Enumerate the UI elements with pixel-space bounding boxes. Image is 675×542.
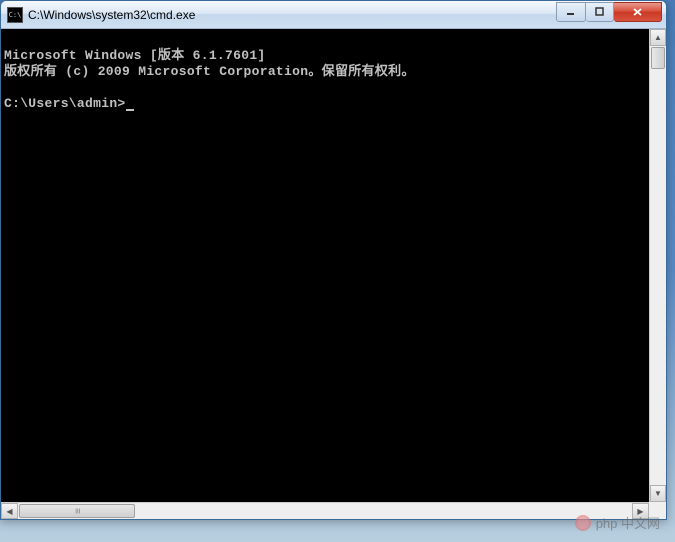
- cursor-icon: [126, 109, 134, 111]
- horizontal-scroll-track[interactable]: [136, 503, 632, 519]
- console-line-version: Microsoft Windows [版本 6.1.7601]: [4, 48, 266, 63]
- window-controls: [556, 2, 662, 22]
- window-title: C:\Windows\system32\cmd.exe: [28, 8, 556, 22]
- cmd-icon: C:\: [7, 7, 23, 23]
- horizontal-scrollbar[interactable]: ◀ ▶: [1, 502, 649, 519]
- vertical-scroll-track[interactable]: [650, 70, 666, 485]
- close-button[interactable]: [614, 2, 662, 22]
- scroll-up-button[interactable]: ▲: [650, 29, 666, 46]
- scroll-left-button[interactable]: ◀: [1, 503, 18, 519]
- console-prompt: C:\Users\admin>: [4, 96, 126, 111]
- cmd-window: C:\ C:\Windows\system32\cmd.exe Microsof…: [0, 0, 667, 520]
- vertical-scroll-thumb[interactable]: [651, 47, 665, 69]
- console-line-copyright: 版权所有 (c) 2009 Microsoft Corporation。保留所有…: [4, 64, 415, 79]
- vertical-scrollbar[interactable]: ▲ ▼: [649, 29, 666, 502]
- maximize-button[interactable]: [586, 2, 614, 22]
- minimize-button[interactable]: [556, 2, 586, 22]
- bottom-scroll-row: ◀ ▶: [1, 502, 666, 519]
- watermark-text: php 中文网: [596, 513, 660, 532]
- scroll-down-button[interactable]: ▼: [650, 485, 666, 502]
- console-output[interactable]: Microsoft Windows [版本 6.1.7601] 版权所有 (c)…: [1, 29, 649, 502]
- titlebar[interactable]: C:\ C:\Windows\system32\cmd.exe: [1, 1, 666, 29]
- horizontal-scroll-thumb[interactable]: [19, 504, 135, 518]
- watermark: php 中文网: [575, 513, 660, 532]
- php-logo-icon: [575, 515, 591, 531]
- console-container: Microsoft Windows [版本 6.1.7601] 版权所有 (c)…: [1, 29, 666, 502]
